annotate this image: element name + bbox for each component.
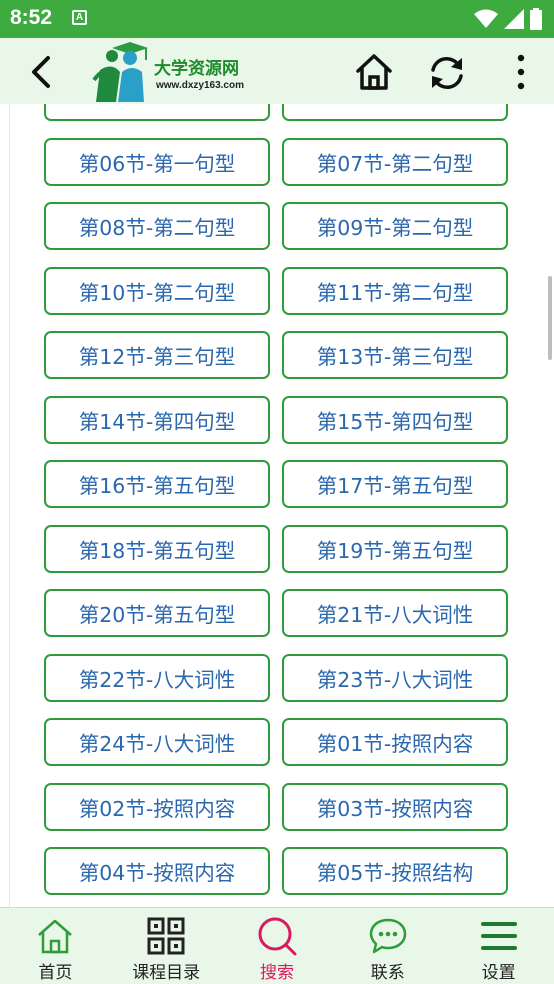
lesson-button[interactable]: 第21节-八大词性 — [282, 589, 508, 637]
lesson-button[interactable]: 第18节-第五句型 — [44, 524, 270, 573]
nav-catalog-label: 课程目录 — [132, 963, 201, 983]
lesson-button-partial[interactable] — [282, 104, 508, 121]
nav-search[interactable]: 搜索 — [222, 908, 333, 984]
chat-icon — [369, 918, 407, 954]
nav-home[interactable]: 首页 — [0, 908, 111, 984]
lesson-button[interactable]: 第23节-八大词性 — [282, 653, 508, 702]
logo-url: www.dxzy163.com — [156, 80, 244, 91]
lesson-button[interactable]: 第20节-第五句型 — [44, 589, 270, 637]
nav-contact-label: 联系 — [370, 963, 405, 983]
back-icon[interactable] — [22, 52, 62, 92]
status-icons — [474, 8, 542, 30]
nav-catalog[interactable]: 课程目录 — [111, 908, 222, 984]
lesson-grid: 第06节-第一句型 第07节-第二句型 第08节-第二句型 第09节-第二句型 … — [44, 104, 510, 895]
lesson-button[interactable]: 第14节-第四句型 — [44, 395, 270, 444]
lesson-button[interactable]: 第03节-按照内容 — [282, 782, 508, 831]
lesson-button[interactable]: 第09节-第二句型 — [282, 202, 508, 250]
notification-icon: A — [72, 10, 87, 25]
nav-home-label: 首页 — [38, 963, 73, 983]
scrollbar[interactable] — [548, 276, 552, 360]
lesson-button[interactable]: 第11节-第二句型 — [282, 266, 508, 315]
refresh-icon[interactable] — [424, 50, 470, 96]
status-time: 8:52 — [10, 6, 53, 29]
lesson-button[interactable]: 第19节-第五句型 — [282, 524, 508, 573]
wifi-icon — [474, 9, 498, 28]
lesson-button[interactable]: 第07节-第二句型 — [282, 137, 508, 186]
lesson-button[interactable]: 第24节-八大词性 — [44, 718, 270, 766]
lesson-button[interactable]: 第15节-第四句型 — [282, 395, 508, 444]
nav-contact[interactable]: 联系 — [332, 908, 443, 984]
search-icon — [258, 917, 297, 956]
lesson-button[interactable]: 第13节-第三句型 — [282, 331, 508, 379]
home-icon — [38, 919, 73, 954]
status-bar: 8:52 A — [0, 0, 554, 38]
nav-settings-label: 设置 — [481, 963, 516, 983]
home-icon[interactable] — [352, 50, 396, 94]
lesson-button[interactable]: 第22节-八大词性 — [44, 653, 270, 702]
bottom-nav: 首页 课程目录 搜索 联系 设置 — [0, 907, 554, 984]
lesson-button[interactable]: 第02节-按照内容 — [44, 782, 270, 831]
lesson-button[interactable]: 第08节-第二句型 — [44, 202, 270, 250]
lesson-button[interactable]: 第10节-第二句型 — [44, 266, 270, 315]
battery-icon — [530, 8, 542, 30]
lesson-list[interactable]: 第06节-第一句型 第07节-第二句型 第08节-第二句型 第09节-第二句型 … — [0, 104, 554, 907]
lesson-button[interactable]: 第01节-按照内容 — [282, 718, 508, 766]
lesson-button-partial[interactable] — [44, 104, 270, 121]
menu-icon — [480, 922, 517, 950]
lesson-button[interactable]: 第05节-按照结构 — [282, 847, 508, 895]
logo: 大学资源网 www.dxzy163.com — [90, 40, 270, 102]
grid-icon — [147, 917, 185, 955]
lesson-button[interactable]: 第17节-第五句型 — [282, 460, 508, 508]
nav-search-label: 搜索 — [259, 963, 294, 983]
lesson-button[interactable]: 第16节-第五句型 — [44, 460, 270, 508]
lesson-button[interactable]: 第12节-第三句型 — [44, 331, 270, 379]
more-options-icon[interactable] — [506, 52, 536, 92]
lesson-button[interactable]: 第04节-按照内容 — [44, 847, 270, 895]
logo-icon — [92, 42, 148, 102]
nav-settings[interactable]: 设置 — [443, 908, 554, 984]
app-header: 大学资源网 www.dxzy163.com — [0, 38, 554, 104]
signal-icon — [504, 9, 524, 29]
logo-title: 大学资源网 — [154, 59, 239, 79]
lesson-button[interactable]: 第06节-第一句型 — [44, 137, 270, 186]
